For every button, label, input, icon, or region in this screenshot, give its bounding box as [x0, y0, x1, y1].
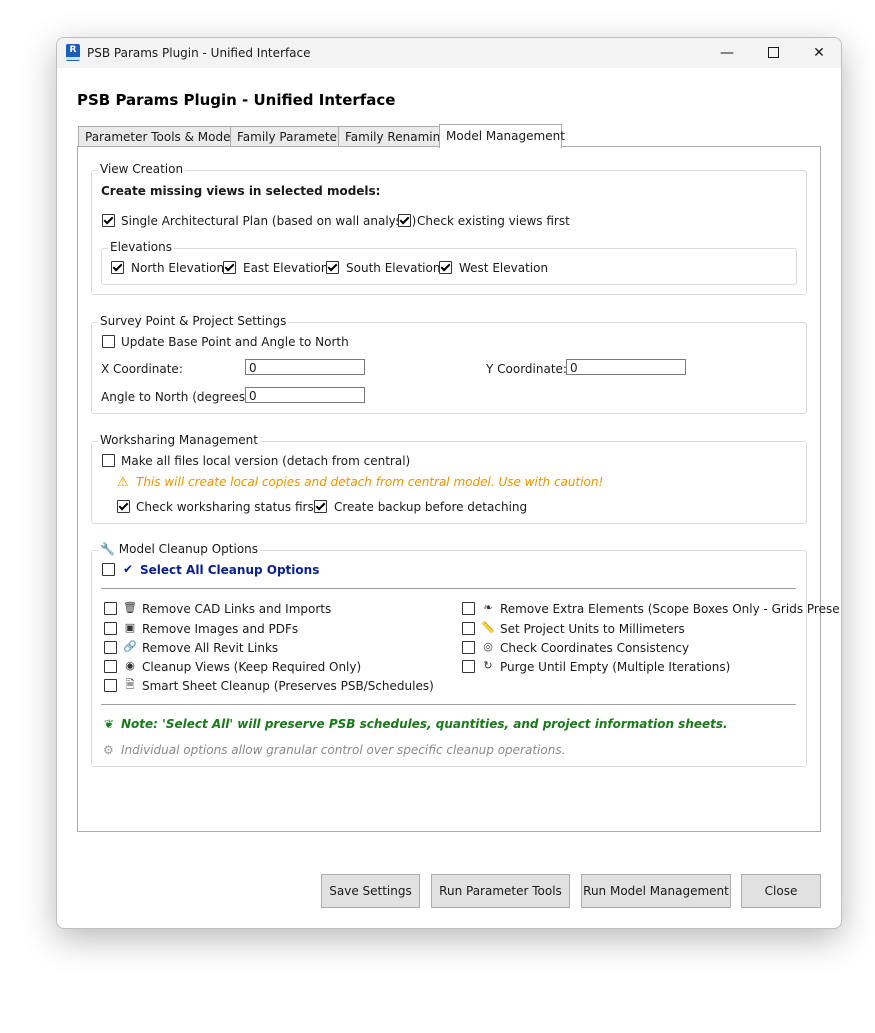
single-plan-label: Single Architectural Plan (based on wall… — [121, 214, 417, 228]
gear-icon: ⚙ — [103, 743, 114, 757]
update-base-point-label: Update Base Point and Angle to North — [121, 335, 349, 349]
purge-until-empty-label: Purge Until Empty (Multiple Iterations) — [500, 660, 731, 674]
brush-icon: ❧ — [483, 601, 493, 614]
angle-to-north-label: Angle to North (degrees): — [101, 390, 254, 404]
survey-settings-title: Survey Point & Project Settings — [98, 314, 289, 328]
tab-family-parameters[interactable]: Family Parameters — [230, 126, 356, 147]
wrench-icon: 🔧 — [100, 542, 115, 556]
make-local-checkbox[interactable] — [102, 454, 115, 467]
image-icon: ▣ — [124, 621, 136, 634]
check-coordinates-checkbox[interactable] — [462, 641, 475, 654]
worksharing-group: Worksharing Management Make all files lo… — [91, 433, 807, 524]
make-local-label: Make all files local version (detach fro… — [121, 454, 411, 468]
select-all-cleanup-checkbox[interactable] — [102, 563, 115, 576]
worksharing-warning: This will create local copies and detach… — [136, 475, 604, 489]
maximize-icon[interactable] — [750, 38, 796, 68]
purge-until-empty-checkbox[interactable] — [462, 660, 475, 673]
smart-sheet-cleanup-checkbox[interactable] — [104, 679, 117, 692]
save-settings-button[interactable]: Save Settings — [321, 874, 420, 908]
minimize-icon[interactable]: — — [704, 38, 750, 68]
elevations-group: Elevations North Elevation East Elevatio… — [101, 240, 797, 285]
view-creation-group: View Creation Create missing views in se… — [91, 162, 807, 295]
update-base-point-checkbox[interactable] — [102, 335, 115, 348]
plugin-window: R PSB Params Plugin - Unified Interface … — [56, 37, 842, 929]
remove-cad-links-label: Remove CAD Links and Imports — [142, 602, 332, 616]
remove-revit-links-checkbox[interactable] — [104, 641, 117, 654]
cleanup-note: Note: 'Select All' will preserve PSB sch… — [121, 717, 728, 731]
ruler-icon: 📏 — [481, 621, 495, 634]
trash-icon: 🗑 — [123, 601, 137, 614]
view-creation-title: View Creation — [98, 162, 186, 176]
create-backup-checkbox[interactable] — [314, 500, 327, 513]
north-elevation-label: North Elevation — [131, 261, 225, 275]
west-elevation-checkbox[interactable] — [439, 261, 452, 274]
revit-app-icon: R — [66, 44, 80, 61]
tab-model-management[interactable]: Model Management — [439, 124, 565, 148]
refresh-icon: ↻ — [483, 659, 493, 672]
set-units-label: Set Project Units to Millimeters — [500, 622, 685, 636]
set-units-checkbox[interactable] — [462, 622, 475, 635]
close-icon[interactable]: ✕ — [796, 38, 841, 68]
survey-settings-group: Survey Point & Project Settings Update B… — [91, 314, 807, 414]
remove-revit-links-label: Remove All Revit Links — [142, 641, 279, 655]
cleanup-divider-bottom — [101, 704, 796, 705]
check-existing-checkbox[interactable] — [398, 214, 411, 227]
y-coordinate-label: Y Coordinate: — [486, 362, 567, 376]
smart-sheet-cleanup-label: Smart Sheet Cleanup (Preserves PSB/Sched… — [142, 679, 434, 693]
south-elevation-checkbox[interactable] — [326, 261, 339, 274]
check-worksharing-checkbox[interactable] — [117, 500, 130, 513]
single-plan-checkbox[interactable] — [102, 214, 115, 227]
remove-extra-elements-checkbox[interactable] — [462, 602, 475, 615]
check-coordinates-label: Check Coordinates Consistency — [500, 641, 690, 655]
remove-cad-links-checkbox[interactable] — [104, 602, 117, 615]
tab-family-renaming[interactable]: Family Renaming — [338, 126, 455, 147]
remove-images-checkbox[interactable] — [104, 622, 117, 635]
tab-parameter-tools-models[interactable]: Parameter Tools & Models — [78, 126, 248, 147]
south-elevation-label: South Elevation — [346, 261, 441, 275]
create-backup-label: Create backup before detaching — [334, 500, 528, 514]
model-cleanup-group: 🔧 Model Cleanup Options ✔ Select All Cle… — [91, 542, 840, 767]
page-title: PSB Params Plugin - Unified Interface — [77, 91, 396, 109]
remove-images-label: Remove Images and PDFs — [142, 622, 299, 636]
x-coordinate-label: X Coordinate: — [101, 362, 183, 376]
title-bar: R PSB Params Plugin - Unified Interface … — [57, 38, 841, 68]
run-parameter-tools-button[interactable]: Run Parameter Tools — [431, 874, 570, 908]
angle-to-north-input[interactable]: 0 — [245, 387, 365, 403]
close-button[interactable]: Close — [741, 874, 821, 908]
run-model-management-button[interactable]: Run Model Management — [581, 874, 731, 908]
east-elevation-checkbox[interactable] — [223, 261, 236, 274]
document-icon: 🗎 — [125, 678, 135, 691]
west-elevation-label: West Elevation — [459, 261, 549, 275]
tab-panel-model-management: View Creation Create missing views in se… — [77, 146, 840, 832]
model-cleanup-title-wrap: 🔧 Model Cleanup Options — [98, 542, 261, 556]
select-all-cleanup-label: Select All Cleanup Options — [140, 563, 320, 577]
check-existing-label: Check existing views first — [417, 214, 570, 228]
north-elevation-checkbox[interactable] — [111, 261, 124, 274]
target-icon: ◎ — [483, 640, 493, 653]
worksharing-title: Worksharing Management — [98, 433, 260, 447]
cleanup-views-checkbox[interactable] — [104, 660, 117, 673]
eye-icon: ◉ — [125, 659, 135, 672]
remove-extra-elements-label: Remove Extra Elements (Scope Boxes Only … — [500, 602, 840, 616]
y-coordinate-input[interactable]: 0 — [566, 359, 686, 375]
leaf-icon: ❦ — [104, 717, 115, 731]
checkmark-icon: ✔ — [123, 562, 134, 576]
warning-icon: ⚠ — [117, 475, 129, 490]
x-coordinate-input[interactable]: 0 — [245, 359, 365, 375]
cleanup-views-label: Cleanup Views (Keep Required Only) — [142, 660, 362, 674]
east-elevation-label: East Elevation — [243, 261, 329, 275]
link-icon: 🔗 — [123, 640, 137, 653]
check-worksharing-label: Check worksharing status first — [136, 500, 319, 514]
view-creation-subtitle: Create missing views in selected models: — [101, 184, 381, 198]
model-cleanup-title: Model Cleanup Options — [118, 542, 259, 556]
window-title: PSB Params Plugin - Unified Interface — [87, 46, 311, 60]
cleanup-divider-top — [101, 588, 796, 589]
elevations-title: Elevations — [108, 240, 174, 254]
cleanup-info: Individual options allow granular contro… — [121, 743, 566, 757]
